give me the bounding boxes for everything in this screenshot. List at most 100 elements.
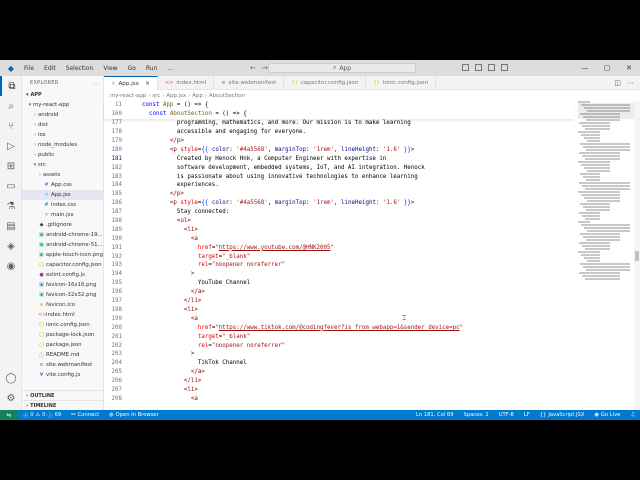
tree-item[interactable]: ▼ vite.config.js <box>22 370 103 380</box>
tree-item[interactable]: › dist <box>22 120 103 130</box>
tree-item[interactable]: <> index.html <box>22 310 103 320</box>
tree-item[interactable]: ◆ .gitignore <box>22 220 103 230</box>
tree-item[interactable]: ▣ favicon-16x16.png <box>22 280 103 290</box>
breadcrumb-item[interactable]: my-react-app <box>110 93 146 99</box>
open-browser-status[interactable]: ◍ Open In Browser <box>104 412 164 418</box>
toggle-primary-sidebar-icon[interactable] <box>462 64 469 71</box>
code-line[interactable]: 185 </p> <box>104 190 574 199</box>
search-icon[interactable]: ⌕ <box>0 96 22 116</box>
code-editor[interactable]: 177 programming, mathematics, and more. … <box>104 101 574 410</box>
menu-item[interactable]: Go <box>126 65 138 72</box>
tab-site-webmanifest[interactable]: ≡ site.webmanifest <box>214 76 285 90</box>
tab-index-html[interactable]: <> index.html <box>158 76 215 90</box>
menu-item[interactable]: Selection <box>64 65 96 72</box>
code-line[interactable]: 177 programming, mathematics, and more. … <box>104 119 574 128</box>
tree-item[interactable]: # App.css <box>22 180 103 190</box>
code-line[interactable]: 180 <p style={{ color: '#4a5568', margin… <box>104 145 574 154</box>
source-control-icon[interactable]: ⑂ <box>0 116 22 136</box>
minimap[interactable] <box>578 101 634 410</box>
tree-item[interactable]: › assets <box>22 170 103 180</box>
code-line[interactable]: 192 target="_blank" <box>104 252 574 261</box>
code-line[interactable]: 201 target="_blank" <box>104 332 574 341</box>
code-line[interactable]: 179 </p> <box>104 137 574 146</box>
tree-item[interactable]: ⚛ main.jsx <box>22 210 103 220</box>
tree-item[interactable]: ★ favicon.ico <box>22 300 103 310</box>
code-line[interactable]: 194 > <box>104 270 574 279</box>
end-of-line[interactable]: LF <box>519 412 535 418</box>
code-line[interactable]: 196 </a> <box>104 288 574 297</box>
code-line[interactable]: 188 <ul> <box>104 217 574 226</box>
code-line[interactable]: 200 href="https://www.tiktok.com/@coding… <box>104 323 574 332</box>
extensions-icon[interactable]: ⊞ <box>0 156 22 176</box>
github-icon[interactable]: ◉ <box>0 256 22 276</box>
more-actions-icon[interactable]: ⋯ <box>627 79 634 87</box>
code-line[interactable]: 186 <p style={{ color: '#4a5568', margin… <box>104 199 574 208</box>
notifications-bell-icon[interactable]: ♫ <box>625 412 640 418</box>
menu-item[interactable]: Edit <box>42 65 58 72</box>
menu-item[interactable]: ... <box>165 65 175 72</box>
tree-item[interactable]: › ios <box>22 130 103 140</box>
code-line[interactable]: 11 const App = () => { <box>104 101 574 110</box>
close-icon[interactable]: × <box>145 80 150 87</box>
toggle-secondary-sidebar-icon[interactable] <box>488 64 495 71</box>
close-button[interactable]: ✕ <box>618 60 640 76</box>
toggle-panel-icon[interactable] <box>475 64 482 71</box>
tree-item[interactable]: {} capacitor.config.json <box>22 260 103 270</box>
workspace-root[interactable]: ▾ APP <box>22 90 103 100</box>
sticky-scroll[interactable]: 11 const App = () => {160 const AboutSect… <box>104 101 574 119</box>
tree-item[interactable]: ⚛ App.jsx <box>22 190 103 200</box>
settings-gear-icon[interactable]: ⚙ <box>0 388 22 408</box>
go-live-status[interactable]: ◉ Go Live <box>589 412 625 418</box>
code-line[interactable]: 203 > <box>104 350 574 359</box>
code-line[interactable]: 189 <li> <box>104 225 574 234</box>
testing-icon[interactable]: ⚗ <box>0 196 22 216</box>
cursor-position[interactable]: Ln 181, Col 69 <box>411 412 459 418</box>
tree-item[interactable]: {} ionic.config.json <box>22 320 103 330</box>
breadcrumb-item[interactable]: App.jsx <box>166 93 186 99</box>
code-line[interactable]: 182 software development, embedded syste… <box>104 163 574 172</box>
code-line[interactable]: 183 is passionate about using innovative… <box>104 172 574 181</box>
code-line[interactable]: 187 Stay connected: <box>104 208 574 217</box>
breadcrumb-item[interactable]: App <box>192 93 203 99</box>
code-line[interactable]: 198 <li> <box>104 306 574 315</box>
tree-item[interactable]: ▾ my-react-app <box>22 100 103 110</box>
menu-item[interactable]: View <box>101 65 119 72</box>
tab-ionic-config-json[interactable]: {} ionic.config.json <box>366 76 437 90</box>
maximize-button[interactable]: ▢ <box>596 60 618 76</box>
connect-status[interactable]: ⚯ Connect <box>66 412 104 418</box>
indentation[interactable]: Spaces: 2 <box>459 412 494 418</box>
outline-section[interactable]: › OUTLINE <box>22 390 103 400</box>
tree-item[interactable]: {} package.json <box>22 340 103 350</box>
account-icon[interactable]: ◯ <box>0 368 22 388</box>
encoding[interactable]: UTF-8 <box>494 412 519 418</box>
tree-item[interactable]: ⓘ README.md <box>22 350 103 360</box>
tab-capacitor-config-json[interactable]: {} capacitor.config.json <box>284 76 367 90</box>
code-line[interactable]: 207 <li> <box>104 386 574 395</box>
layers-icon[interactable]: ◈ <box>0 236 22 256</box>
code-line[interactable]: 195 YouTube Channel <box>104 279 574 288</box>
tree-item[interactable]: ≡ site.webmanifest <box>22 360 103 370</box>
breadcrumb-item[interactable]: src <box>152 93 160 99</box>
tree-item[interactable]: › public <box>22 150 103 160</box>
language-mode[interactable]: {} JavaScript JSX <box>535 412 590 418</box>
code-line[interactable]: 184 experiences. <box>104 181 574 190</box>
remote-explorer-icon[interactable]: ▭ <box>0 176 22 196</box>
command-center[interactable]: ⌕ App <box>268 63 416 73</box>
tree-item[interactable]: {} package-lock.json <box>22 330 103 340</box>
tree-item[interactable]: ● eslint.config.js <box>22 270 103 280</box>
problems-status[interactable]: ⓧ 0 ⚠ 0 ⓘ 69 <box>18 412 66 419</box>
code-line[interactable]: 160 const AboutSection = () => { <box>104 110 574 119</box>
tree-item[interactable]: ▾ src <box>22 160 103 170</box>
code-line[interactable]: 190 <a <box>104 234 574 243</box>
tree-item[interactable]: ▣ favicon-32x32.png <box>22 290 103 300</box>
database-icon[interactable]: ▤ <box>0 216 22 236</box>
tree-item[interactable]: ▣ apple-touch-icon.png <box>22 250 103 260</box>
scrollbar-thumb[interactable] <box>635 251 639 261</box>
minimap-slider[interactable] <box>578 103 634 119</box>
tab-app-jsx[interactable]: ⚛ App.jsx × <box>104 76 159 90</box>
explorer-icon[interactable]: ⧉ <box>0 76 22 96</box>
code-line[interactable]: 181 Created by Henock Hnk, a Computer En… <box>104 154 574 163</box>
back-arrow-icon[interactable]: ← <box>250 64 256 72</box>
code-line[interactable]: 191 href="https://www.youtube.com/@HNK20… <box>104 243 574 252</box>
code-line[interactable]: 208 <a <box>104 394 574 403</box>
